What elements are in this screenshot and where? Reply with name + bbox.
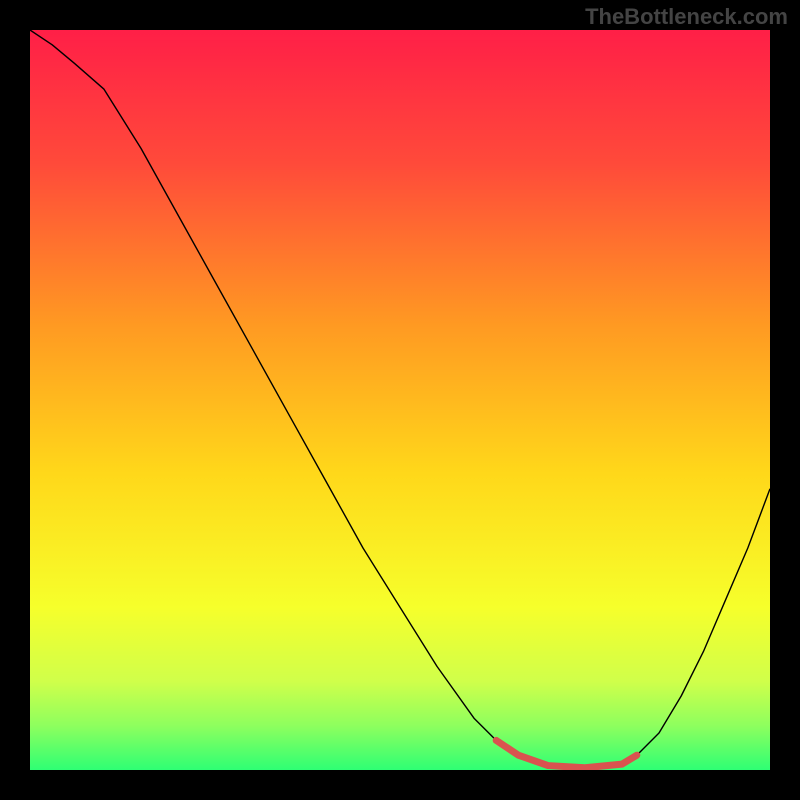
- gradient-background: [30, 30, 770, 770]
- watermark-text: TheBottleneck.com: [585, 4, 788, 30]
- chart-frame: TheBottleneck.com: [0, 0, 800, 800]
- chart-svg: [30, 30, 770, 770]
- plot-area: [30, 30, 770, 770]
